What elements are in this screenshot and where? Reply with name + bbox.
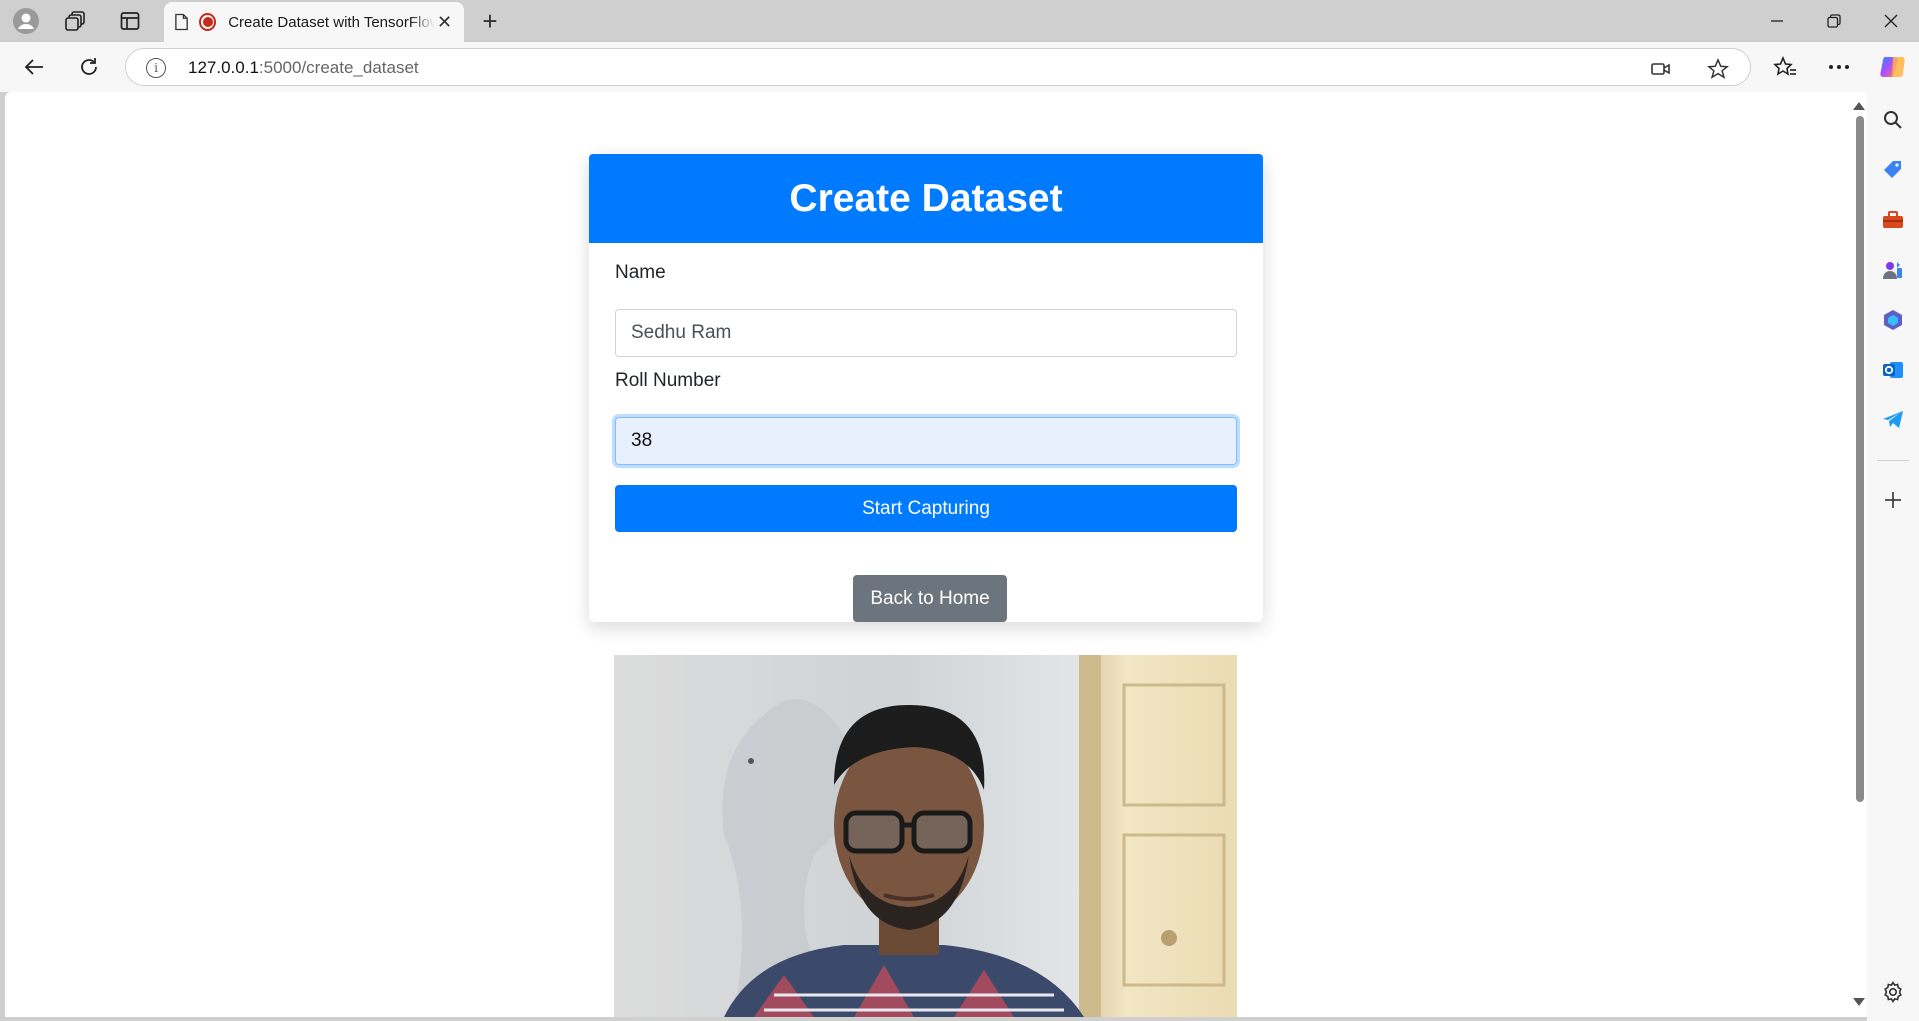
page-title: Create Dataset [789, 176, 1063, 220]
close-window-icon[interactable] [1863, 0, 1919, 42]
recording-icon [199, 13, 217, 31]
name-label: Name [615, 262, 666, 283]
active-tab[interactable]: Create Dataset with TensorFlow ✕ [164, 2, 464, 42]
favorite-star-icon[interactable] [1706, 57, 1730, 81]
close-icon[interactable]: ✕ [435, 12, 454, 33]
back-icon[interactable] [17, 51, 51, 83]
url-bar[interactable]: i 127.0.0.1:5000/create_dataset [125, 48, 1751, 86]
restore-icon[interactable] [1806, 0, 1862, 42]
workspaces-icon[interactable] [60, 6, 92, 36]
sidebar-divider [1877, 460, 1909, 461]
tools-icon[interactable] [1881, 208, 1905, 232]
card-header: Create Dataset [589, 154, 1263, 243]
more-icon[interactable] [1822, 51, 1856, 83]
outlook-icon[interactable] [1881, 358, 1905, 382]
edge-sidebar [1867, 92, 1919, 1021]
page-viewport: Create Dataset Name Sedhu Ram Roll Numbe… [5, 92, 1867, 1017]
tab-title: Create Dataset with TensorFlow [228, 13, 436, 31]
roll-number-input[interactable]: 38 [615, 417, 1237, 465]
telegram-icon[interactable] [1881, 408, 1905, 432]
roll-number-label: Roll Number [615, 370, 721, 391]
create-dataset-card: Create Dataset Name Sedhu Ram Roll Numbe… [589, 154, 1263, 622]
microsoft365-icon[interactable] [1881, 308, 1905, 332]
scroll-up-arrow[interactable] [1853, 102, 1865, 110]
site-info-icon[interactable]: i [146, 58, 166, 78]
address-bar: i 127.0.0.1:5000/create_dataset [0, 42, 1919, 92]
url-text: 127.0.0.1:5000/create_dataset [188, 58, 419, 77]
favorites-icon[interactable] [1768, 51, 1802, 83]
vertical-tabs-icon[interactable] [114, 6, 146, 36]
scroll-down-arrow[interactable] [1853, 998, 1865, 1006]
webcam-preview [614, 655, 1237, 1017]
settings-icon[interactable] [1881, 980, 1905, 1004]
add-icon[interactable] [1881, 488, 1905, 512]
new-tab-icon[interactable]: + [474, 6, 506, 36]
profile-icon[interactable] [10, 6, 42, 36]
camera-in-use-icon[interactable] [1649, 57, 1673, 81]
refresh-icon[interactable] [72, 51, 106, 83]
copilot-icon[interactable] [1876, 51, 1910, 83]
start-capturing-button[interactable]: Start Capturing [615, 485, 1237, 532]
scroll-thumb[interactable] [1856, 116, 1864, 802]
games-icon[interactable] [1881, 258, 1905, 282]
page-icon [175, 13, 188, 31]
tab-bar: Create Dataset with TensorFlow ✕ + [0, 0, 1919, 42]
shopping-icon[interactable] [1881, 158, 1905, 182]
search-icon[interactable] [1881, 108, 1905, 132]
minimize-icon[interactable] [1749, 0, 1805, 42]
name-input[interactable]: Sedhu Ram [615, 309, 1237, 357]
webcam-frame [614, 655, 1237, 1017]
vertical-scrollbar[interactable] [1850, 92, 1867, 1017]
back-to-home-button[interactable]: Back to Home [853, 575, 1007, 622]
